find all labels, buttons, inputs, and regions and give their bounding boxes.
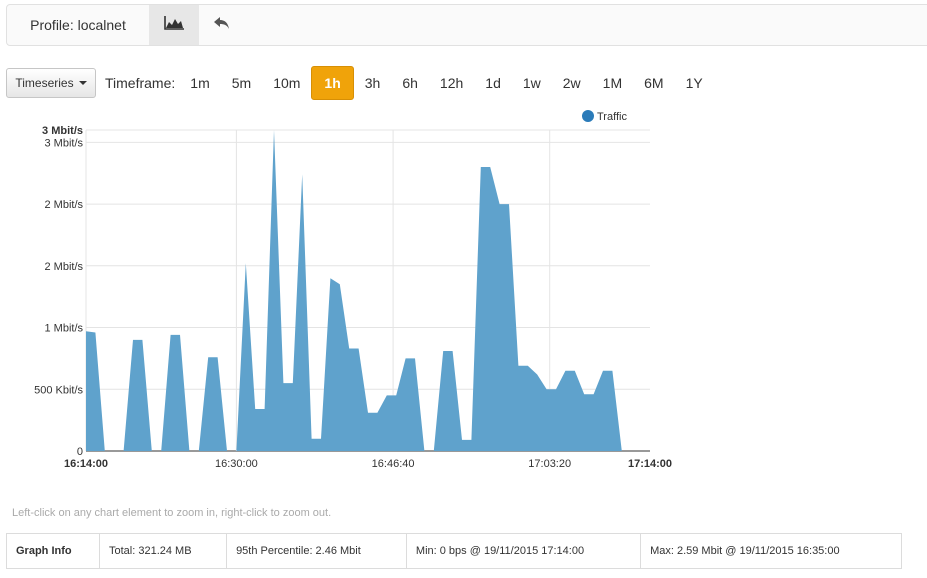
graph-info-max: Max: 2.59 Mbit @ 19/11/2015 16:35:00 xyxy=(640,533,902,569)
y-max-label: 3 Mbit/s xyxy=(42,125,83,137)
traffic-chart[interactable]: 0 500 Kbit/s 1 Mbit/s 2 Mbit/s 2 Mbit/s 3 Mbi… xyxy=(0,100,700,480)
timeframe-button-1w[interactable]: 1w xyxy=(512,66,552,100)
tab-profile[interactable]: Profile: localnet xyxy=(7,5,149,45)
profile-label: Profile: localnet xyxy=(30,17,126,33)
graph-info-title: Graph Info xyxy=(6,533,100,569)
y-tick-label: 2 Mbit/s xyxy=(44,261,83,273)
area-chart-icon xyxy=(163,15,185,36)
y-tick-label: 3 Mbit/s xyxy=(44,137,83,149)
x-tick-label: 16:14:00 xyxy=(64,458,108,470)
timeframe-button-1m[interactable]: 1m xyxy=(179,66,220,100)
view-type-label: Timeseries xyxy=(15,76,74,90)
x-tick-label: 16:30:00 xyxy=(215,458,258,470)
timeframe-button-6h[interactable]: 6h xyxy=(391,66,429,100)
chart-toolbar: Timeseries Timeframe: 1m 5m 10m 1h 3h 6h 12h 1d… xyxy=(6,66,714,100)
top-tab-bar: Profile: localnet xyxy=(6,4,927,46)
x-tick-label: 17:03:20 xyxy=(528,458,571,470)
timeframe-button-12h[interactable]: 12h xyxy=(429,66,474,100)
graph-info-percentile: 95th Percentile: 2.46 Mbit xyxy=(226,533,407,569)
timeframe-button-1h[interactable]: 1h xyxy=(311,66,354,100)
legend-label-traffic: Traffic xyxy=(597,111,627,123)
timeframe-group: 1m 5m 10m 1h 3h 6h 12h 1d 1w 2w 1M 6M 1Y xyxy=(179,66,713,100)
legend-dot-traffic xyxy=(582,110,594,122)
caret-down-icon xyxy=(78,81,87,85)
y-axis: 0 500 Kbit/s 1 Mbit/s 2 Mbit/s 2 Mbit/s 3 Mbi… xyxy=(34,125,83,458)
graph-info-table: Graph Info Total: 321.24 MB 95th Percent… xyxy=(6,533,902,569)
traffic-area xyxy=(86,130,650,451)
timeframe-button-3h[interactable]: 3h xyxy=(354,66,392,100)
x-axis: 16:14:00 16:30:00 16:46:40 17:03:20 17:14:00 xyxy=(64,458,672,470)
view-type-dropdown[interactable]: Timeseries xyxy=(6,68,96,98)
tab-back[interactable] xyxy=(199,5,245,45)
x-tick-label: 17:14:00 xyxy=(628,458,672,470)
chart-legend: Traffic xyxy=(582,110,627,123)
tab-chart[interactable] xyxy=(149,5,199,45)
chart-area-series xyxy=(86,130,650,451)
timeframe-button-2w[interactable]: 2w xyxy=(552,66,592,100)
y-tick-label: 0 xyxy=(77,446,83,458)
undo-arrow-icon xyxy=(213,16,231,35)
timeframe-button-10m[interactable]: 10m xyxy=(262,66,311,100)
timeframe-button-6M[interactable]: 6M xyxy=(633,66,674,100)
y-tick-label: 500 Kbit/s xyxy=(34,384,83,396)
timeframe-button-1d[interactable]: 1d xyxy=(474,66,512,100)
timeframe-label: Timeframe: xyxy=(105,75,176,91)
x-tick-label: 16:46:40 xyxy=(372,458,415,470)
timeframe-button-1M[interactable]: 1M xyxy=(592,66,633,100)
graph-info-min: Min: 0 bps @ 19/11/2015 17:14:00 xyxy=(405,533,642,569)
y-tick-label: 2 Mbit/s xyxy=(44,199,83,211)
y-tick-label: 1 Mbit/s xyxy=(44,323,83,335)
timeframe-button-1Y[interactable]: 1Y xyxy=(675,66,714,100)
graph-info-total: Total: 321.24 MB xyxy=(98,533,228,569)
timeframe-button-5m[interactable]: 5m xyxy=(221,66,262,100)
zoom-hint: Left-click on any chart element to zoom … xyxy=(12,507,332,519)
